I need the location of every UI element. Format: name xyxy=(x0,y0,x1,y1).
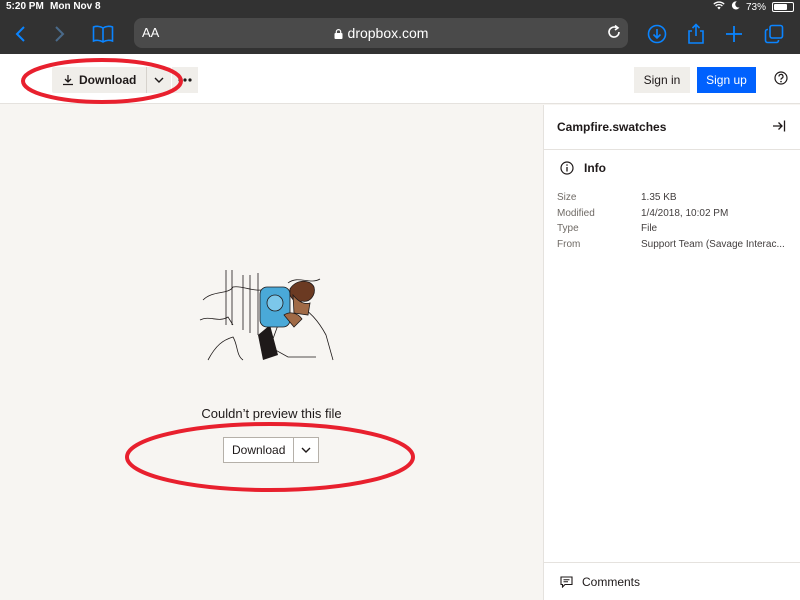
metadata-row-from: From Support Team (Savage Interac... xyxy=(557,237,792,253)
file-info-sidebar: Campfire.swatches Info Size 1.35 KB Modi… xyxy=(543,105,800,600)
browser-toolbar: AA dropbox.com xyxy=(0,14,800,54)
metadata-value: File xyxy=(641,223,658,235)
new-tab-icon[interactable] xyxy=(722,22,746,46)
moon-icon xyxy=(731,1,740,13)
preview-error-message: Couldn’t preview this file xyxy=(201,406,342,421)
binoculars-illustration xyxy=(199,270,334,361)
page-header: Download Sign in Sign up xyxy=(0,54,800,104)
tabs-icon[interactable] xyxy=(762,22,786,46)
battery-icon xyxy=(772,2,794,12)
download-split-button: Download xyxy=(52,67,172,93)
chevron-down-icon xyxy=(154,77,164,83)
metadata-key: Type xyxy=(557,223,579,235)
more-options-button[interactable] xyxy=(172,67,198,93)
reload-icon[interactable] xyxy=(606,24,622,45)
info-icon xyxy=(560,161,574,175)
file-preview-area: Couldn’t preview this file Download xyxy=(0,105,543,600)
forward-icon[interactable] xyxy=(48,22,72,46)
divider xyxy=(544,149,800,150)
collapse-sidebar-icon[interactable] xyxy=(772,119,786,138)
preview-download-button[interactable]: Download xyxy=(224,438,295,462)
comments-button[interactable]: Comments xyxy=(560,575,640,589)
share-icon[interactable] xyxy=(684,22,708,46)
lock-icon xyxy=(334,29,343,39)
metadata-row-size: Size 1.35 KB xyxy=(557,190,792,206)
file-name: Campfire.swatches xyxy=(557,120,667,134)
sign-up-button[interactable]: Sign up xyxy=(697,67,756,93)
status-date: Mon Nov 8 xyxy=(50,1,101,12)
download-icon xyxy=(63,75,73,86)
divider xyxy=(544,562,800,563)
info-label: Info xyxy=(584,161,606,175)
info-section-header: Info xyxy=(560,161,606,175)
download-options-button[interactable] xyxy=(147,67,171,93)
preview-download-split-button: Download xyxy=(223,437,320,463)
url-field[interactable]: dropbox.com xyxy=(134,25,628,41)
download-button[interactable]: Download xyxy=(52,67,148,93)
download-button-label: Download xyxy=(79,73,137,87)
more-icon xyxy=(178,78,192,82)
address-bar[interactable]: AA dropbox.com xyxy=(134,18,628,48)
metadata-value: 1.35 KB xyxy=(641,192,677,204)
wifi-icon xyxy=(713,1,725,13)
battery-percent: 73% xyxy=(745,1,766,13)
preview-download-options-button[interactable] xyxy=(294,438,318,462)
metadata-row-modified: Modified 1/4/2018, 10:02 PM xyxy=(557,206,792,222)
metadata-value: 1/4/2018, 10:02 PM xyxy=(641,207,729,219)
metadata-value: Support Team (Savage Interac... xyxy=(641,238,785,250)
url-text: dropbox.com xyxy=(347,25,429,41)
metadata-key: From xyxy=(557,238,581,250)
downloads-icon[interactable] xyxy=(645,22,669,46)
sign-in-button[interactable]: Sign in xyxy=(634,67,690,93)
status-bar: 5:20 PM Mon Nov 8 73% xyxy=(0,0,800,14)
comments-label: Comments xyxy=(582,575,641,589)
comment-icon xyxy=(560,576,573,588)
metadata-key: Size xyxy=(557,192,577,204)
metadata-key: Modified xyxy=(557,207,595,219)
chevron-down-icon xyxy=(301,447,311,453)
file-metadata: Size 1.35 KB Modified 1/4/2018, 10:02 PM… xyxy=(557,190,792,252)
metadata-row-type: Type File xyxy=(557,221,792,237)
back-icon[interactable] xyxy=(8,22,32,46)
status-time: 5:20 PM xyxy=(6,1,44,12)
bookmarks-icon[interactable] xyxy=(91,22,115,46)
help-icon[interactable] xyxy=(774,71,788,85)
